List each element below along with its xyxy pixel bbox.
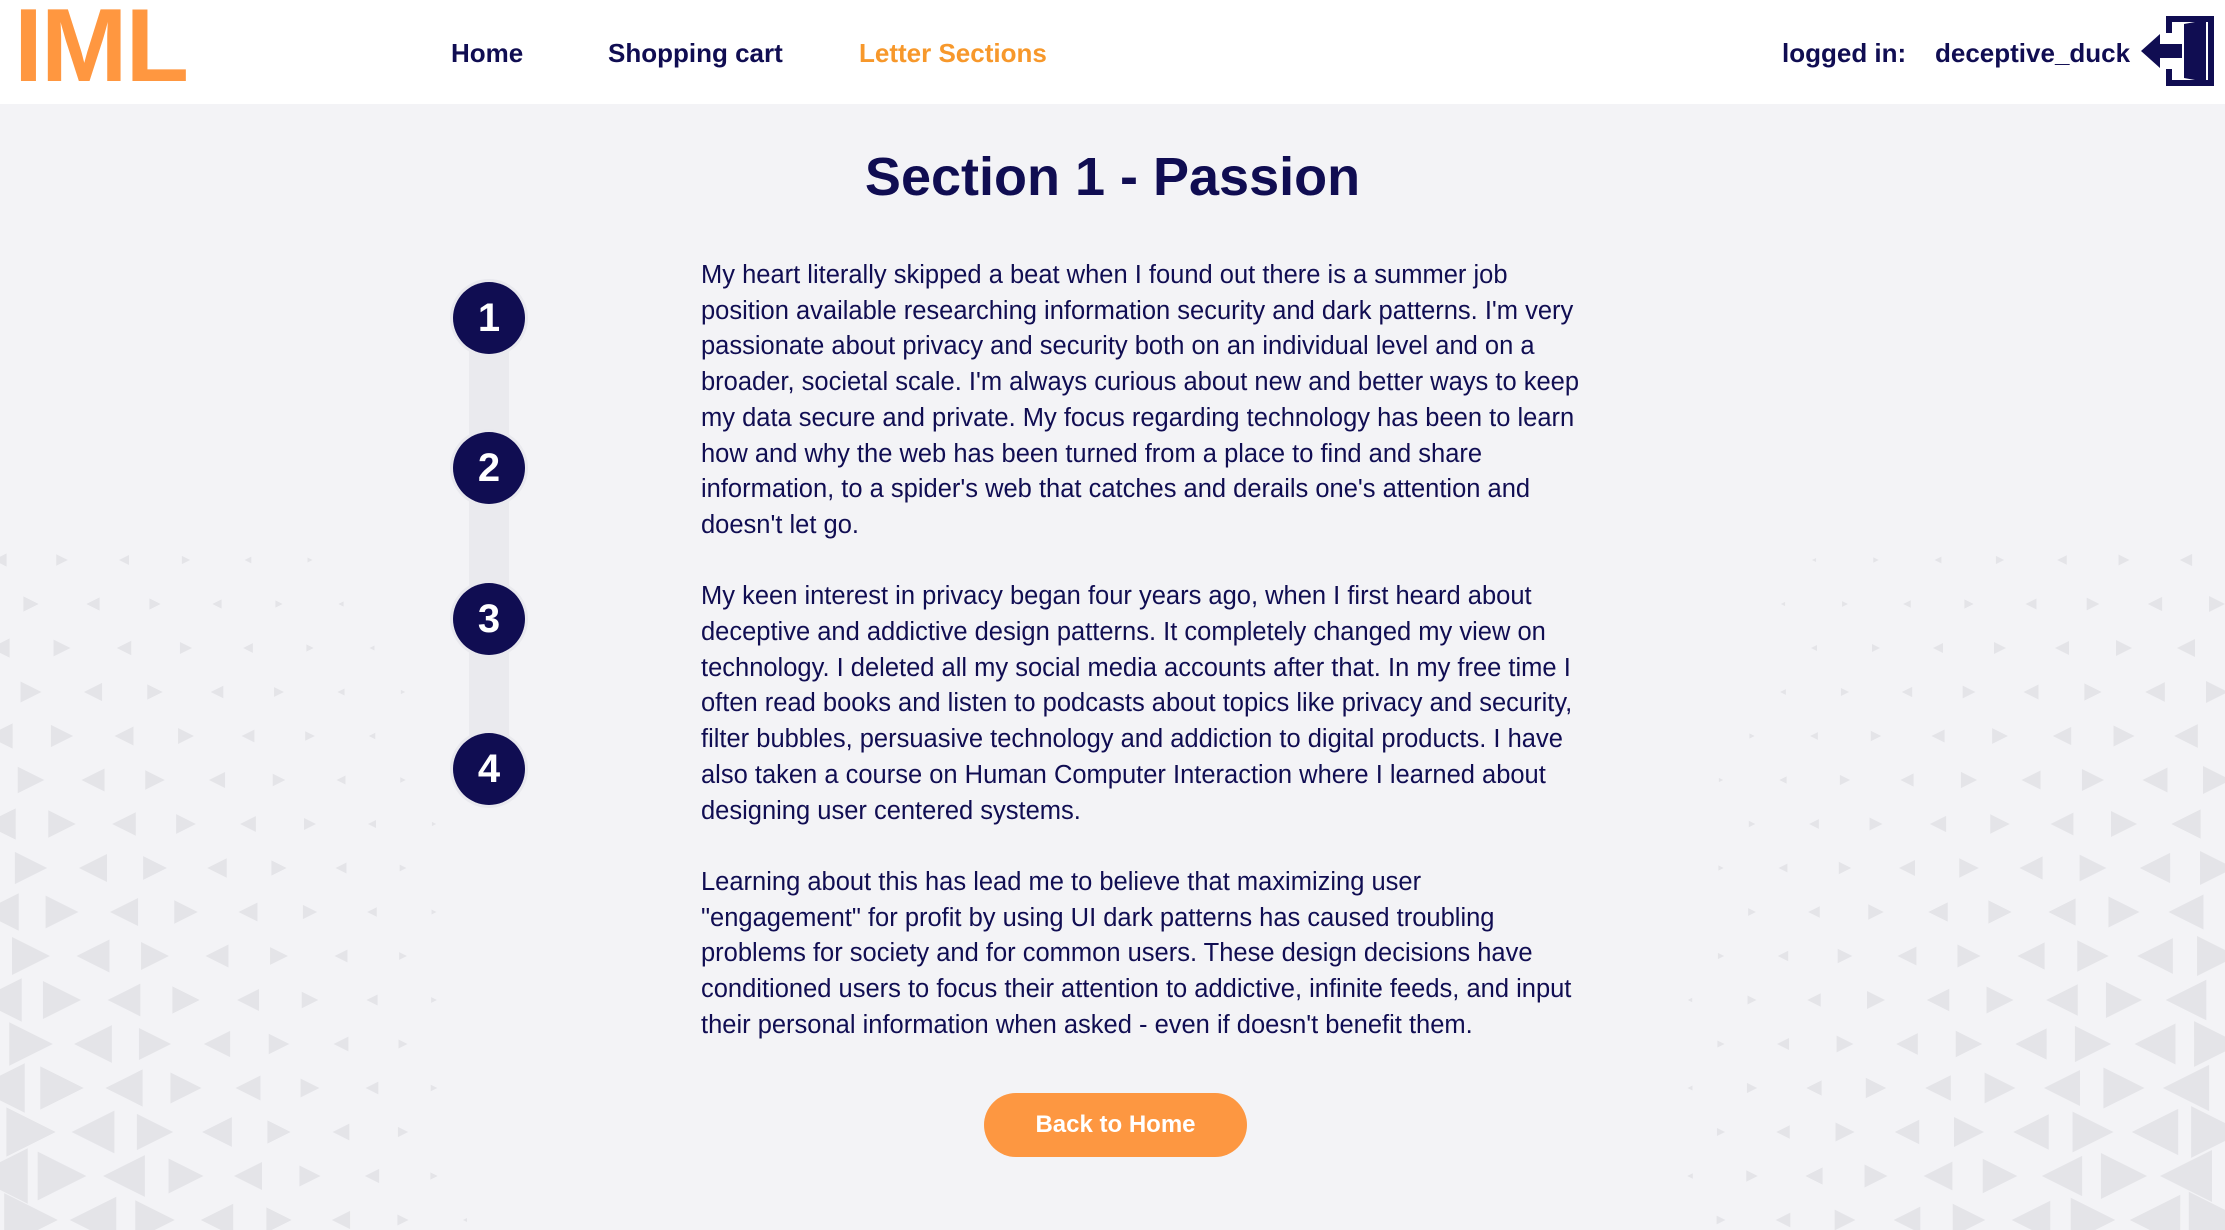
step-1[interactable]: 1 (453, 282, 525, 354)
nav-shopping-cart-link[interactable]: Shopping cart (608, 38, 783, 68)
paragraph-1: My heart literally skipped a beat when I… (701, 261, 1580, 539)
main-content: Section 1 - Passion 1 2 3 4 My heart lit… (0, 104, 2225, 1230)
nav-letter-sections-link[interactable]: Letter Sections (859, 38, 1047, 68)
step-3[interactable]: 3 (453, 583, 525, 655)
logout-door-icon[interactable] (2140, 14, 2216, 88)
top-navbar: IML Home Shopping cart Letter Sections l… (0, 0, 2225, 104)
page-title: Section 1 - Passion (864, 147, 1361, 207)
stepper-track (469, 318, 509, 768)
letter-text: My heart literally skipped a beat when I… (701, 258, 1581, 1079)
logo[interactable]: IML (14, 0, 189, 98)
back-to-home-button[interactable]: Back to Home (984, 1093, 1247, 1157)
logged-in-label: logged in: (1782, 38, 1907, 68)
paragraph-3: Learning about this has lead me to belie… (701, 867, 1572, 1039)
step-4[interactable]: 4 (453, 733, 525, 805)
paragraph-2: My keen interest in privacy began four y… (701, 582, 1573, 825)
username: deceptive_duck (1935, 38, 2131, 68)
step-2[interactable]: 2 (453, 432, 525, 504)
nav-home-link[interactable]: Home (451, 38, 523, 68)
